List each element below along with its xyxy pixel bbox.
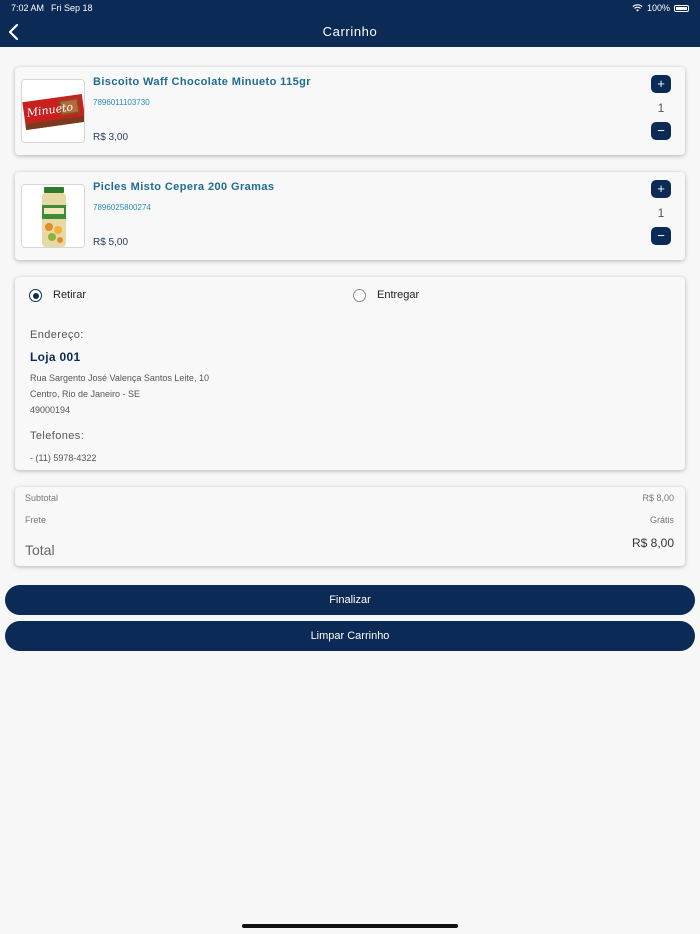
quantity-value: 1 (657, 206, 665, 220)
nav-bar: Carrinho (0, 18, 700, 47)
biscuit-package-image: Minueto (22, 80, 84, 142)
store-name: Loja 001 (30, 350, 81, 364)
quantity-value: 1 (657, 101, 665, 115)
product-price: R$ 3,00 (93, 132, 129, 143)
subtotal-value: R$ 8,00 (642, 493, 674, 503)
delivery-options-card: Retirar Entregar Endereço: Loja 001 Rua … (15, 277, 685, 470)
increase-qty-button[interactable]: + (651, 180, 671, 198)
decrease-qty-button[interactable]: − (651, 227, 671, 245)
status-time: 7:02 AM (11, 3, 45, 13)
increase-qty-button[interactable]: + (651, 75, 671, 93)
finalize-button[interactable]: Finalizar (5, 585, 695, 615)
address-line: Centro, Rio de Janeiro - SE (30, 389, 141, 399)
radio-retirar-label[interactable]: Retirar (53, 289, 86, 301)
address-label: Endereço: (30, 329, 84, 341)
wifi-icon (632, 4, 643, 12)
radio-retirar[interactable] (29, 289, 42, 302)
product-name[interactable]: Biscoito Waff Chocolate Minueto 115gr (93, 76, 311, 88)
status-right: 100% (632, 3, 689, 13)
pickles-jar-image (22, 185, 84, 247)
product-image[interactable]: Minueto (21, 79, 85, 143)
product-image[interactable] (21, 184, 85, 248)
clear-cart-button[interactable]: Limpar Carrinho (5, 621, 695, 651)
product-price: R$ 5,00 (93, 237, 129, 248)
total-value: R$ 8,00 (631, 536, 674, 550)
home-indicator (242, 924, 458, 928)
radio-entregar[interactable] (353, 289, 366, 302)
order-summary: Subtotal R$ 8,00 Frete Grátis Total R$ 8… (15, 487, 685, 566)
battery-icon (674, 4, 689, 12)
status-bar: 7:02 AM Fri Sep 18 100% (0, 0, 700, 18)
page-title: Carrinho (322, 24, 378, 39)
cart-item: Minueto Biscoito Waff Chocolate Minueto … (15, 67, 685, 155)
shipping-value: Grátis (649, 515, 674, 525)
radio-entregar-label[interactable]: Entregar (377, 289, 419, 301)
address-line: Rua Sargento José Valença Santos Leite, … (30, 373, 209, 383)
shipping-label: Frete (25, 515, 47, 525)
subtotal-label: Subtotal (25, 493, 59, 503)
status-date: Fri Sep 18 (51, 3, 93, 13)
total-label: Total (25, 542, 55, 558)
address-line: 49000194 (30, 405, 71, 415)
cart-item: Picles Misto Cepera 200 Gramas 789602580… (15, 172, 685, 260)
product-name[interactable]: Picles Misto Cepera 200 Gramas (93, 181, 274, 193)
phones-label: Telefones: (30, 430, 85, 442)
product-code: 7896011103730 (93, 98, 150, 107)
product-code: 7896025800274 (93, 203, 151, 212)
decrease-qty-button[interactable]: − (651, 122, 671, 140)
battery-percent: 100% (646, 3, 670, 13)
phone-number: - (11) 5978-4322 (30, 453, 97, 463)
